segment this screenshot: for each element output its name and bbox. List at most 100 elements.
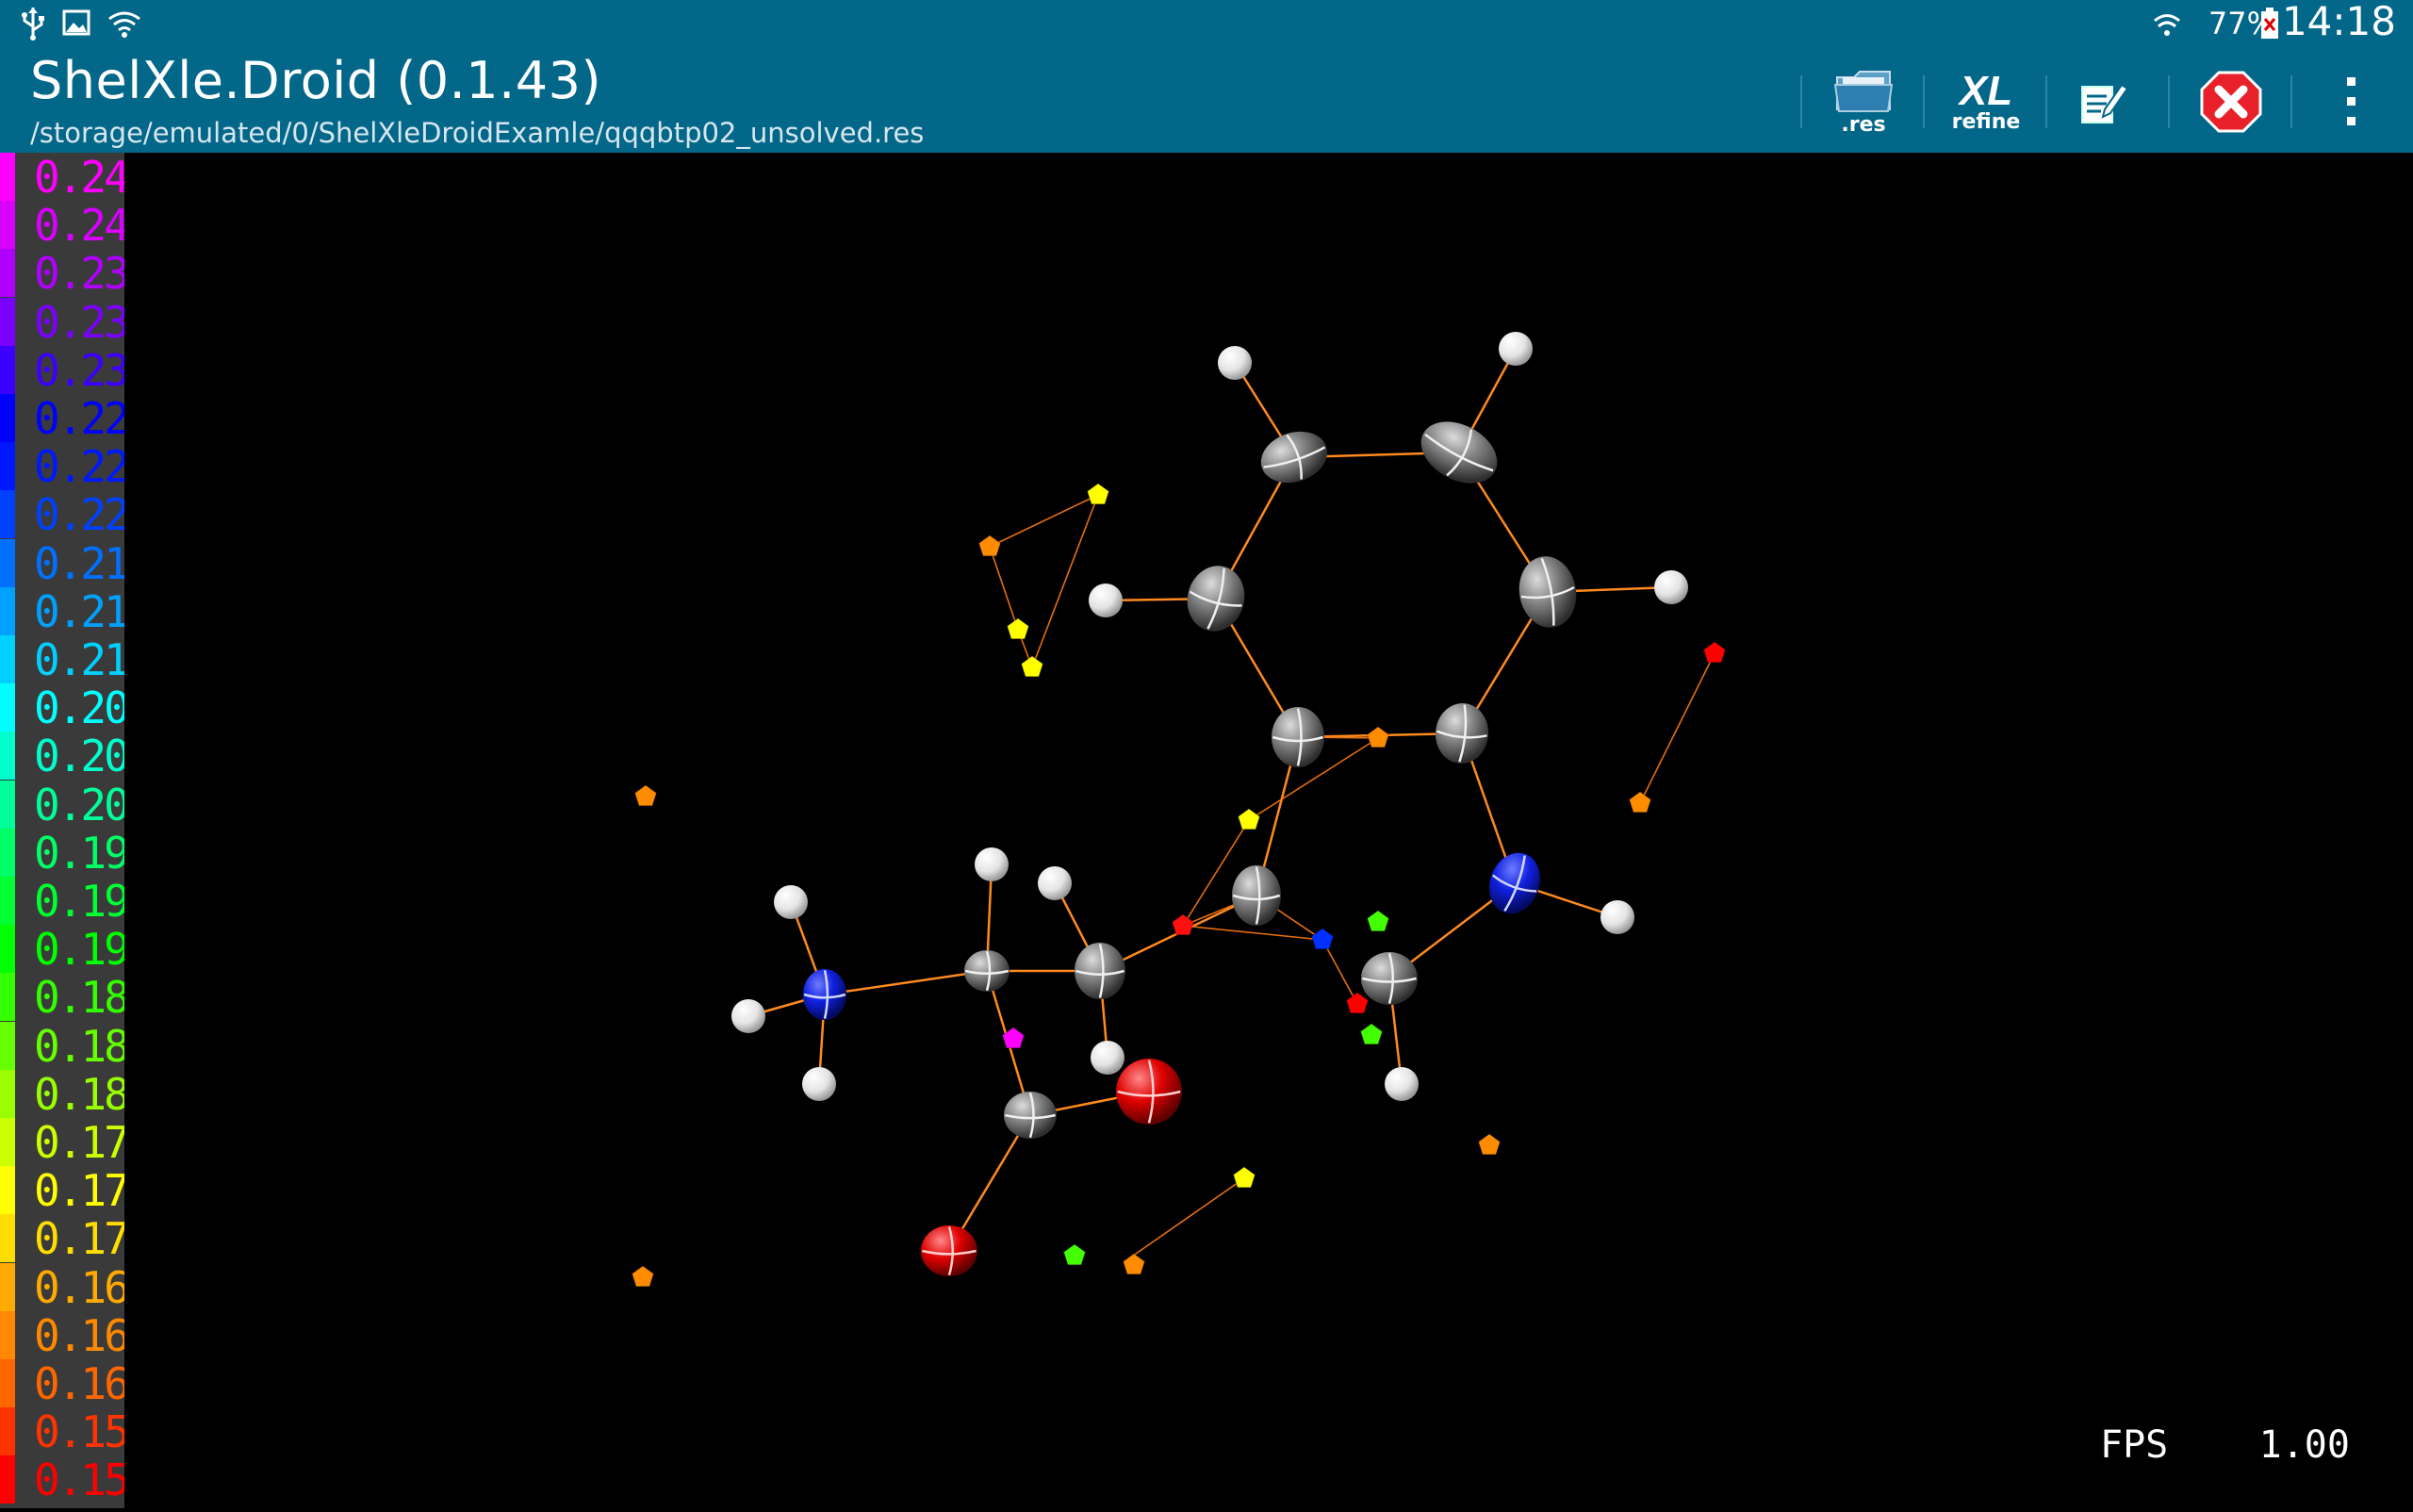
legend-label: 0.21 xyxy=(34,537,130,589)
overflow-menu-button[interactable] xyxy=(2300,58,2404,145)
legend-row: 0.23 xyxy=(0,297,130,346)
legend-row: 0.22 xyxy=(0,394,130,442)
legend-swatch xyxy=(0,1166,15,1215)
legend-swatch xyxy=(0,635,15,683)
carbon-atom xyxy=(1004,1092,1057,1139)
legend-row: 0.19 xyxy=(0,877,130,925)
carbon-atom xyxy=(1435,703,1489,764)
legend-row: 0.22 xyxy=(0,442,130,491)
xl-refine-button[interactable]: XL refine xyxy=(1934,58,2038,145)
legend-label: 0.17 xyxy=(34,1213,130,1265)
molecule-viewport[interactable] xyxy=(124,153,2413,1508)
q-peak xyxy=(1346,992,1369,1014)
xl-label: XL xyxy=(1959,68,2013,114)
legend-row: 0.22 xyxy=(0,490,130,539)
legend-swatch xyxy=(0,249,15,298)
close-icon xyxy=(2200,71,2262,133)
legend-swatch xyxy=(0,1118,15,1166)
legend-row: 0.16 xyxy=(0,1358,130,1409)
q-peak xyxy=(1238,808,1260,830)
legend-swatch xyxy=(0,1262,15,1311)
carbon-atom-body xyxy=(1004,1092,1057,1139)
hydrogen-atom xyxy=(975,847,1009,881)
more-vert-icon xyxy=(2347,77,2356,125)
q-peak xyxy=(1367,910,1389,932)
peak-link xyxy=(1639,652,1715,804)
action-divider xyxy=(2168,75,2170,128)
q-peak xyxy=(1021,655,1043,678)
legend-label: 0.16 xyxy=(34,1358,130,1409)
legend-swatch xyxy=(0,828,15,877)
clock: 14:18 xyxy=(2281,0,2396,44)
legend-swatch xyxy=(0,1455,15,1504)
nitrogen-atom xyxy=(1489,852,1540,914)
legend-label: 0.24 xyxy=(34,152,130,203)
hydrogen-atom xyxy=(1091,1041,1124,1075)
legend-label: 0.18 xyxy=(34,1068,130,1120)
legend-swatch xyxy=(0,877,15,925)
hydrogen-atom xyxy=(1385,1067,1419,1101)
legend-swatch xyxy=(0,1407,15,1456)
carbon-atom xyxy=(1518,556,1577,628)
legend-label: 0.17 xyxy=(34,1117,130,1168)
carbon-atom xyxy=(964,950,1010,992)
q-peak xyxy=(1172,913,1194,936)
legend-row: 0.23 xyxy=(0,248,130,300)
peak-link xyxy=(1031,494,1099,668)
legend-label: 0.23 xyxy=(34,248,130,300)
legend-row: 0.19 xyxy=(0,828,130,877)
open-res-button[interactable]: .res xyxy=(1812,58,1915,145)
hydrogen-atom xyxy=(731,999,765,1033)
legend-swatch xyxy=(0,1310,15,1359)
legend-label: 0.16 xyxy=(34,1261,130,1313)
nitrogen-atom xyxy=(803,969,846,1020)
legend-row: 0.24 xyxy=(0,152,130,203)
legend-swatch xyxy=(0,973,15,1022)
legend-label: 0.15 xyxy=(34,1406,130,1458)
hydrogen-atom xyxy=(1218,346,1252,380)
legend-swatch xyxy=(0,586,15,635)
q-peak xyxy=(978,534,1001,557)
molecule-structure[interactable] xyxy=(124,153,2413,1508)
carbon-atom-body xyxy=(1361,952,1418,1005)
legend-label: 0.18 xyxy=(34,1020,130,1072)
carbon-atom-body xyxy=(1260,431,1328,484)
legend-row: 0.19 xyxy=(0,925,130,974)
hydrogen-atom xyxy=(1654,570,1688,604)
legend-label: 0.24 xyxy=(34,200,130,252)
fps-value: 1.00 xyxy=(2258,1423,2350,1467)
legend-swatch xyxy=(0,925,15,974)
hydrogen-atom xyxy=(1499,332,1533,366)
legend-row: 0.15 xyxy=(0,1406,130,1458)
legend-row: 0.15 xyxy=(0,1455,130,1504)
hydrogen-atom xyxy=(774,885,808,919)
q-peak xyxy=(1087,483,1109,505)
q-peak xyxy=(1629,791,1651,814)
legend-swatch xyxy=(0,490,15,539)
legend-row: 0.16 xyxy=(0,1310,130,1359)
legend-swatch xyxy=(0,153,15,201)
legend-row: 0.21 xyxy=(0,537,130,589)
q-peak xyxy=(1233,1166,1256,1189)
legend-row: 0.24 xyxy=(0,200,130,252)
q-peak xyxy=(634,784,657,807)
legend-swatch xyxy=(0,1214,15,1263)
action-divider xyxy=(1923,75,1925,128)
legend-label: 0.21 xyxy=(34,634,130,685)
q-peak xyxy=(1703,641,1726,664)
legend-swatch xyxy=(0,201,15,250)
action-divider xyxy=(2045,75,2047,128)
usb-icon xyxy=(22,8,44,41)
hydrogen-atom xyxy=(802,1067,836,1101)
legend-row: 0.16 xyxy=(0,1261,130,1313)
status-bar: 77% 14:18 xyxy=(0,0,2413,47)
legend-row: 0.20 xyxy=(0,780,130,829)
edit-button[interactable] xyxy=(2051,58,2155,145)
legend-row: 0.21 xyxy=(0,586,130,635)
carbon-atom xyxy=(1075,943,1125,999)
legend-row: 0.17 xyxy=(0,1213,130,1265)
action-divider xyxy=(2290,75,2292,128)
close-file-button[interactable] xyxy=(2179,58,2283,145)
fps-readout: FPS 1.00 xyxy=(2100,1423,2350,1467)
q-peak xyxy=(1007,617,1029,640)
